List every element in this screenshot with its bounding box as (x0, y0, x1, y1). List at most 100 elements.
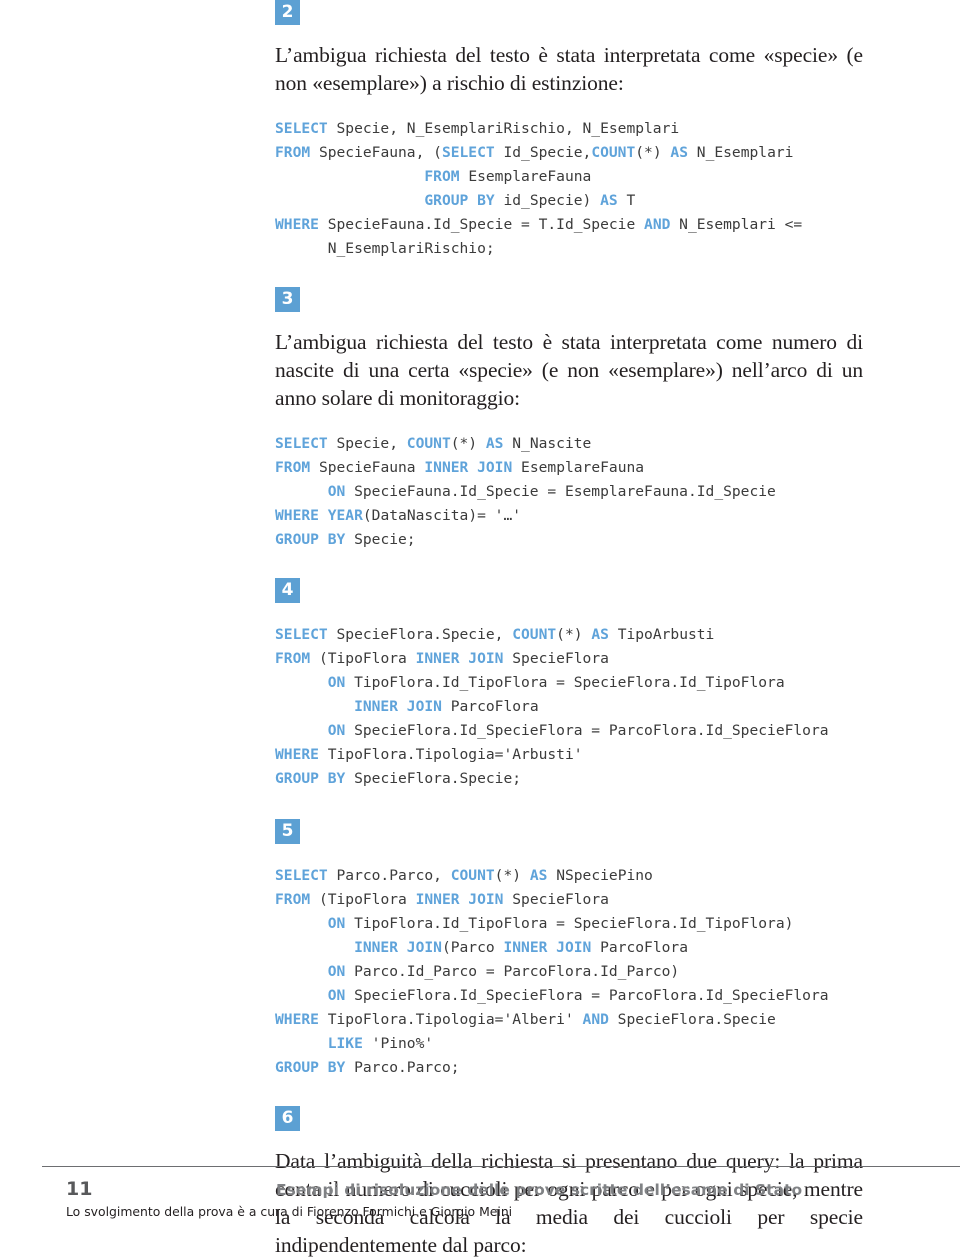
sql-keyword: COUNT (406, 435, 451, 452)
sql-keyword: WHERE (275, 507, 319, 524)
section-4: 4 SELECT SpecieFlora.Specie, COUNT(*) AS… (275, 578, 863, 791)
section-5-badge-wrap: 5 (275, 819, 863, 844)
sql-text: SpecieFauna.Id_Specie = EsemplareFauna.I… (345, 483, 776, 500)
sql-keyword: WHERE (275, 216, 319, 233)
section-3: 3 L’ambigua richiesta del testo è stata … (275, 287, 863, 552)
sql-keyword: FROM (275, 891, 311, 908)
sql-text: (TipoFlora (310, 650, 416, 667)
sql-text: TipoFlora.Id_TipoFlora = SpecieFlora.Id_… (345, 674, 785, 691)
sql-text: Parco.Parco; (345, 1059, 460, 1076)
sql-keyword: ON (327, 722, 346, 739)
sql-text: Specie, N_EsemplariRischio, N_Esemplari (327, 120, 680, 137)
sql-text: N_Esemplari (688, 144, 794, 161)
sql-block-3: SELECT Specie, COUNT(*) AS N_Nascite FRO… (275, 432, 863, 552)
sql-block-2: SELECT Specie, N_EsemplariRischio, N_Ese… (275, 117, 863, 261)
sql-keyword: ON (327, 963, 346, 980)
sql-keyword: GROUP BY (275, 531, 346, 548)
sql-keyword: COUNT (591, 144, 636, 161)
sql-keyword: GROUP BY (424, 192, 495, 209)
sql-text: Parco.Parco, (327, 867, 451, 884)
sql-text: EsemplareFauna (512, 459, 645, 476)
document-page: 2 L’ambigua richiesta del testo è stata … (0, 0, 960, 1257)
sql-keyword: GROUP BY (275, 1059, 346, 1076)
sql-text: SpecieFlora.Specie (608, 1011, 776, 1028)
sql-keyword: INNER JOIN (354, 698, 442, 715)
sql-text: id_Specie) (494, 192, 601, 209)
sql-keyword: ON (327, 915, 346, 932)
sql-keyword: SELECT (441, 144, 495, 161)
sql-text: 'Pino%' (362, 1035, 434, 1052)
sql-text: SpecieFauna.Id_Specie = T.Id_Specie (318, 216, 645, 233)
sql-text: (TipoFlora (310, 891, 416, 908)
sql-text: ParcoFlora (441, 698, 539, 715)
sql-text: SpecieFlora (503, 891, 609, 908)
section-6-badge-wrap: 6 (275, 1106, 863, 1131)
sql-text: NSpeciePino (547, 867, 653, 884)
sql-text: (*) (494, 867, 530, 884)
section-badge-4: 4 (275, 578, 300, 603)
sql-text: ParcoFlora (591, 939, 688, 956)
sql-keyword: FROM (424, 168, 460, 185)
sql-keyword: WHERE (275, 1011, 319, 1028)
sql-keyword: GROUP BY (275, 770, 346, 787)
sql-text: (*) (556, 626, 592, 643)
footer-divider (42, 1166, 960, 1167)
sql-text: TipoFlora.Tipologia='Alberi' (318, 1011, 583, 1028)
sql-text: Parco.Id_Parco = ParcoFlora.Id_Parco) (345, 963, 680, 980)
sql-text: TipoArbusti (608, 626, 715, 643)
footer-title: Esempi di risoluzione delle prove scritt… (276, 1181, 803, 1199)
sql-keyword: INNER JOIN (424, 459, 513, 476)
sql-block-5: SELECT Parco.Parco, COUNT(*) AS NSpecieP… (275, 864, 863, 1080)
section-2-badge-wrap: 2 (275, 0, 863, 25)
sql-text: Specie, (327, 435, 407, 452)
sql-keyword: SELECT (275, 435, 328, 452)
sql-text: TipoFlora.Tipologia='Arbusti' (318, 746, 583, 763)
sql-text: T (617, 192, 636, 209)
sql-keyword: ON (327, 674, 346, 691)
sql-text: EsemplareFauna (459, 168, 592, 185)
sql-text: SpecieFlora.Id_SpecieFlora = ParcoFlora.… (345, 987, 829, 1004)
sql-keyword: LIKE (327, 1035, 363, 1052)
section-4-badge-wrap: 4 (275, 578, 863, 603)
sql-keyword: INNER JOIN (415, 650, 504, 667)
sql-keyword: AS (529, 867, 548, 884)
sql-keyword: AS (485, 435, 504, 452)
sql-text: Id_Specie, (494, 144, 592, 161)
sql-keyword: ON (327, 483, 346, 500)
section-2-paragraph: L’ambigua richiesta del testo è stata in… (275, 43, 863, 95)
sql-keyword: SELECT (275, 120, 328, 137)
sql-text: (Parco (441, 939, 504, 956)
sql-text: N_EsemplariRischio; (275, 240, 495, 257)
section-badge-3: 3 (275, 287, 300, 312)
sql-keyword: COUNT (450, 867, 495, 884)
sql-text: (DataNascita)= '…' (362, 507, 522, 524)
sql-text: SpecieFauna (310, 459, 425, 476)
page-content: 2 L’ambigua richiesta del testo è stata … (275, 0, 863, 1259)
sql-keyword: AND (644, 216, 671, 233)
sql-text: SpecieFlora.Id_SpecieFlora = ParcoFlora.… (345, 722, 829, 739)
sql-keyword: FROM (275, 144, 311, 161)
sql-keyword: YEAR (327, 507, 363, 524)
sql-keyword: INNER JOIN (415, 891, 504, 908)
sql-keyword: ON (327, 987, 346, 1004)
sql-text: N_Esemplari <= (670, 216, 803, 233)
